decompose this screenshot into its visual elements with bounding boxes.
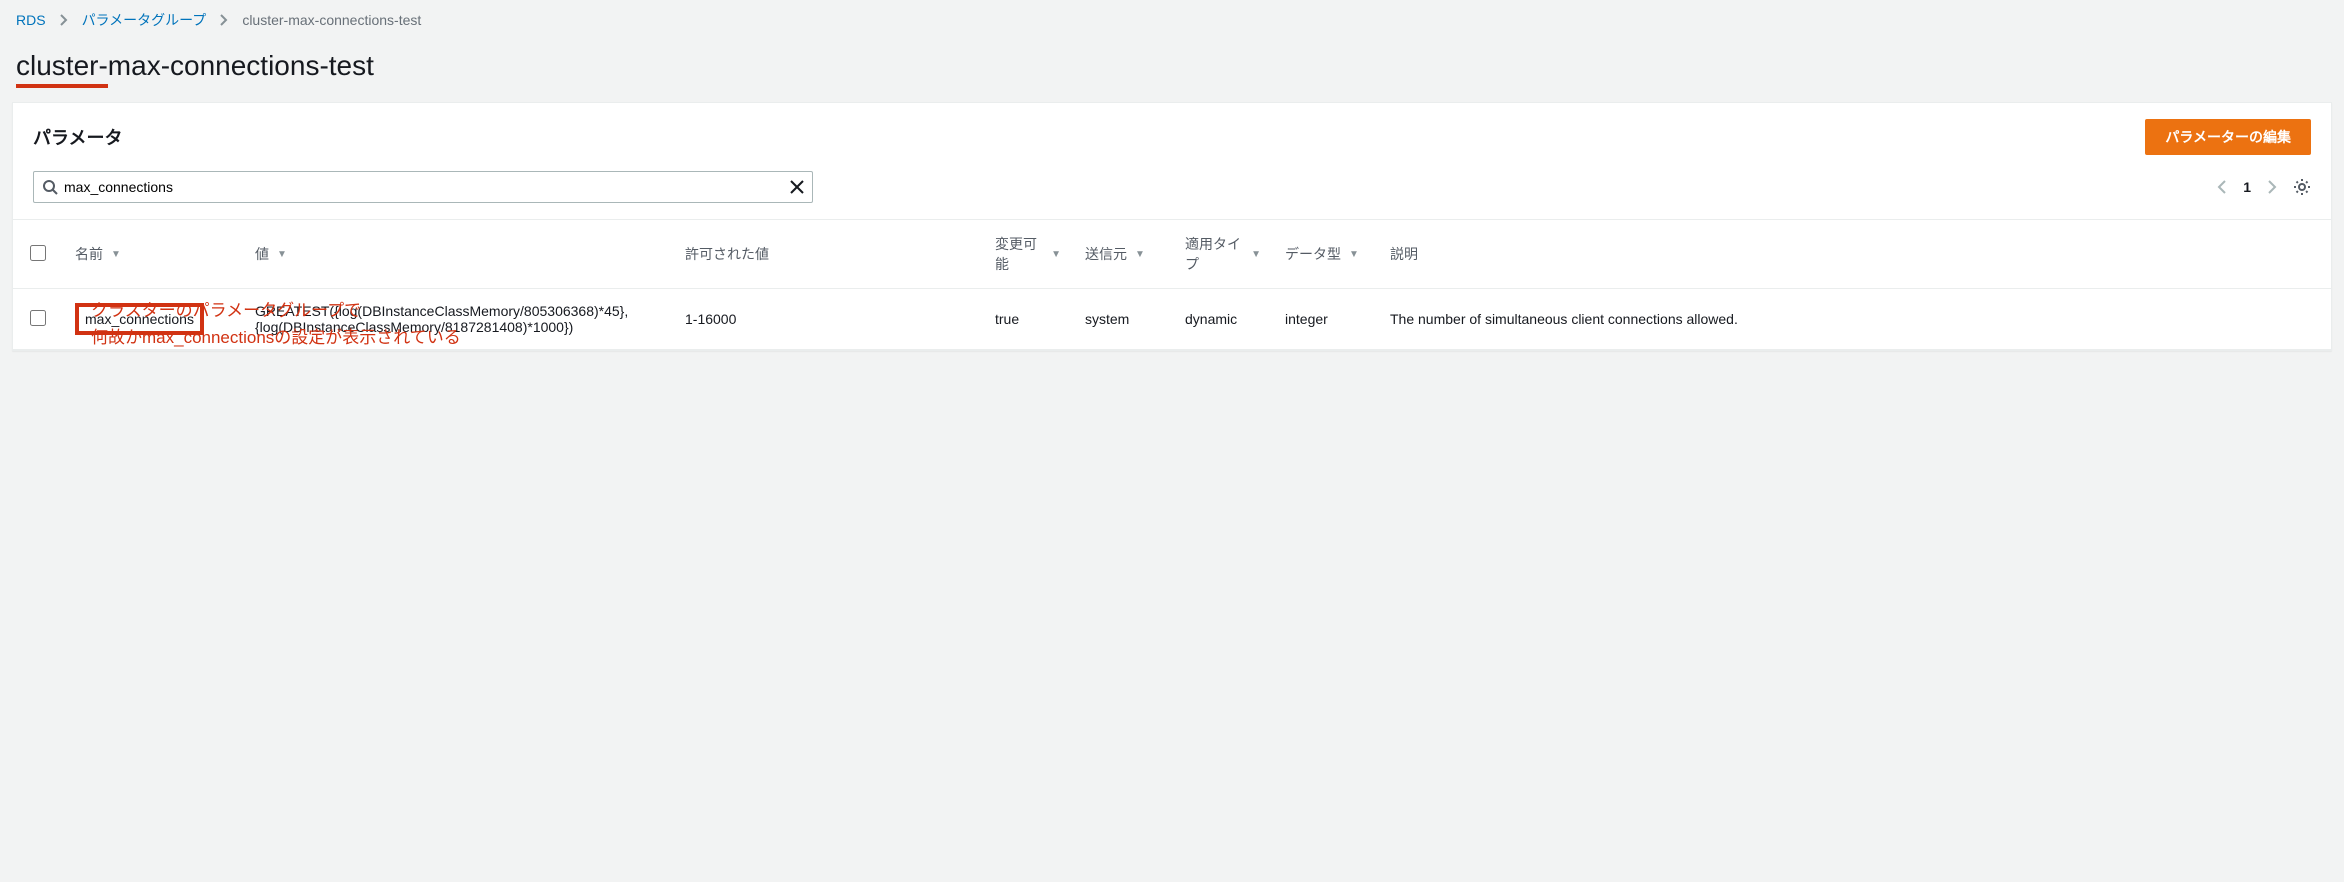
caret-down-icon: ▼ <box>1349 249 1359 260</box>
parameter-value: GREATEST({log(DBInstanceClassMemory/8053… <box>243 289 673 350</box>
chevron-right-icon <box>2267 180 2277 194</box>
parameters-table: 名前 ▼ 値 ▼ 許可された値 変更可能 ▼ 送信元 ▼ 適用タイプ ▼ データ型 ▼ 説明… <box>13 219 2331 350</box>
breadcrumb-current: cluster-max-connections-test <box>242 12 421 28</box>
column-header-name[interactable]: 名前 <box>75 244 103 264</box>
annotation-underline <box>16 84 108 88</box>
chevron-right-icon <box>60 14 68 26</box>
close-icon <box>790 180 804 194</box>
breadcrumb-group[interactable]: パラメータグループ <box>82 10 207 30</box>
parameter-name: max_connections <box>75 303 204 335</box>
breadcrumb: RDS パラメータグループ cluster-max-connections-te… <box>0 0 2344 40</box>
parameter-source: system <box>1073 289 1173 350</box>
caret-down-icon: ▼ <box>1251 249 1261 260</box>
column-header-modifiable[interactable]: 変更可能 <box>995 234 1043 274</box>
column-header-description[interactable]: 説明 <box>1390 244 1418 264</box>
edit-parameters-button[interactable]: パラメーターの編集 <box>2145 119 2311 155</box>
parameter-apply-type: dynamic <box>1173 289 1273 350</box>
search-input-wrap <box>33 171 813 203</box>
table-row: max_connections GREATEST({log(DBInstance… <box>13 289 2331 350</box>
parameter-data-type: integer <box>1273 289 1378 350</box>
caret-down-icon: ▼ <box>1051 249 1061 260</box>
page-number: 1 <box>2243 179 2251 195</box>
gear-icon <box>2293 178 2311 196</box>
search-icon <box>42 179 58 195</box>
panel-heading: パラメータ <box>33 124 122 150</box>
parameter-modifiable: true <box>983 289 1073 350</box>
search-input[interactable] <box>64 173 790 201</box>
settings-button[interactable] <box>2293 178 2311 196</box>
caret-down-icon: ▼ <box>277 249 287 260</box>
chevron-right-icon <box>220 14 228 26</box>
caret-down-icon: ▼ <box>1135 249 1145 260</box>
parameter-allowed: 1-16000 <box>673 289 983 350</box>
parameter-description: The number of simultaneous client connec… <box>1378 289 2331 350</box>
column-header-data-type[interactable]: データ型 <box>1285 244 1341 264</box>
column-header-allowed[interactable]: 許可された値 <box>685 244 769 264</box>
row-checkbox[interactable] <box>30 310 46 326</box>
prev-page-button[interactable] <box>2217 180 2227 194</box>
column-header-apply-type[interactable]: 適用タイプ <box>1185 234 1243 274</box>
column-header-value[interactable]: 値 <box>255 244 269 264</box>
parameters-panel: パラメータ パラメーターの編集 1 <box>12 102 2332 351</box>
caret-down-icon: ▼ <box>111 249 121 260</box>
page-title: cluster-max-connections-test <box>0 40 390 102</box>
clear-search-button[interactable] <box>790 180 804 194</box>
pagination: 1 <box>2217 178 2311 196</box>
next-page-button[interactable] <box>2267 180 2277 194</box>
select-all-checkbox[interactable] <box>30 245 46 261</box>
column-header-source[interactable]: 送信元 <box>1085 244 1127 264</box>
breadcrumb-root[interactable]: RDS <box>16 12 46 28</box>
chevron-left-icon <box>2217 180 2227 194</box>
